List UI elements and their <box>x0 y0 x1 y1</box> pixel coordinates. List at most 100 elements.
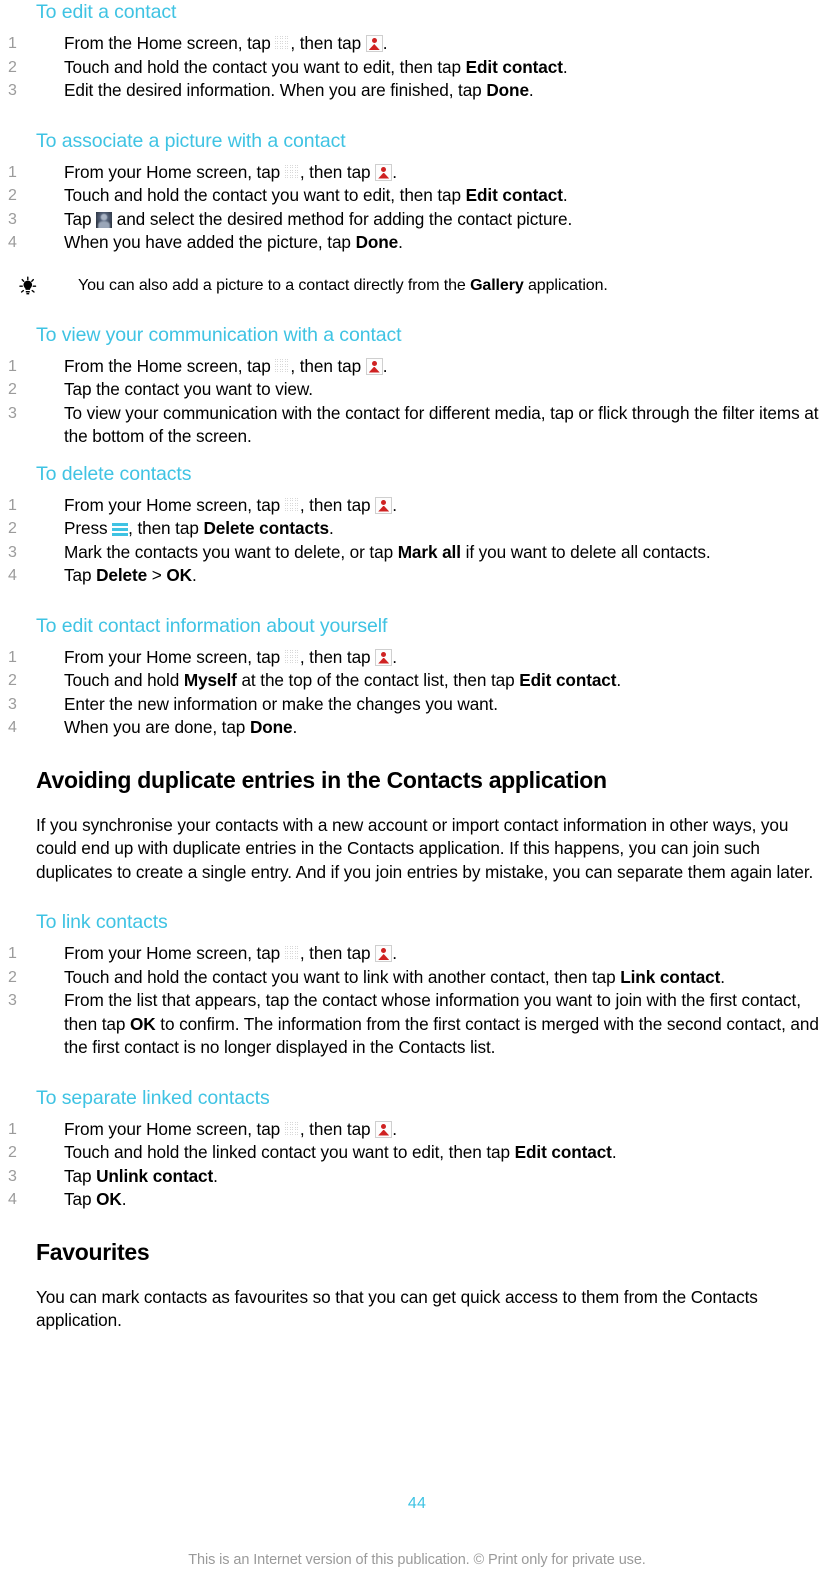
step-text: Tap <box>64 565 97 585</box>
step-text: , then tap <box>299 161 376 182</box>
list-item: To view your communication with the cont… <box>8 402 824 449</box>
list-item: From the list that appears, tap the cont… <box>8 989 824 1060</box>
manual-page: To edit a contact From the Home screen, … <box>0 0 834 1590</box>
paragraph-favourites: You can mark contacts as favourites so t… <box>36 1286 758 1331</box>
app-drawer-grid-icon[interactable] <box>284 946 300 961</box>
list-item: Tap the contact you want to view. <box>8 378 824 402</box>
step-text: . <box>562 185 568 205</box>
step-text: . <box>562 56 568 77</box>
app-drawer-grid-icon[interactable] <box>284 164 300 180</box>
steps-separate-linked-contacts: From your Home screen, tap , then tap . … <box>8 1118 824 1212</box>
contacts-person-icon[interactable] <box>375 496 393 514</box>
step-text: at the top of the contact list, then tap <box>236 670 520 690</box>
app-drawer-grid-icon[interactable] <box>284 649 300 665</box>
ui-label: Edit contact <box>465 185 563 205</box>
step-text: From your Home screen, tap <box>64 1118 285 1139</box>
step-text: From your Home screen, tap <box>64 161 285 182</box>
step-text: Touch and hold <box>64 670 184 690</box>
list-item: Touch and hold Myself at the top of the … <box>8 669 824 693</box>
ui-label: Delete <box>96 565 148 585</box>
step-text: . <box>382 355 388 376</box>
avatar-placeholder-icon[interactable] <box>96 211 113 228</box>
contacts-person-icon[interactable] <box>365 357 383 375</box>
step-text: . <box>392 1118 397 1139</box>
step-text: From your Home screen, tap <box>64 943 285 963</box>
step-text: Tap <box>64 208 97 229</box>
app-drawer-grid-icon[interactable] <box>284 1121 300 1137</box>
step-text: When you are done, tap <box>64 717 250 737</box>
ui-label: Done <box>486 80 529 100</box>
app-drawer-grid-icon[interactable] <box>284 497 300 513</box>
lightbulb-tip-icon <box>16 276 40 296</box>
step-text: . <box>213 1165 218 1186</box>
list-item: Enter the new information or make the ch… <box>8 693 824 717</box>
list-item: Tap Unlink contact. <box>8 1165 824 1189</box>
step-text: Enter the new information or make the ch… <box>64 693 498 714</box>
contacts-person-icon[interactable] <box>365 35 383 52</box>
list-item: When you have added the picture, tap Don… <box>8 231 824 255</box>
ui-label: Unlink contact <box>96 1165 214 1186</box>
contacts-person-icon[interactable] <box>375 1120 393 1138</box>
heading-to-associate-a-picture-with-a-contact: To associate a picture with a contact <box>36 129 346 152</box>
list-item: Tap OK. <box>8 1188 824 1212</box>
step-text: Touch and hold the contact you want to e… <box>64 56 466 77</box>
list-item: Touch and hold the linked contact you wa… <box>8 1141 824 1165</box>
steps-delete-contacts: From your Home screen, tap , then tap . … <box>8 494 824 588</box>
list-item: From your Home screen, tap , then tap . <box>8 646 824 670</box>
step-text: When you have added the picture, tap <box>64 232 356 252</box>
list-item: Tap and select the desired method for ad… <box>8 208 824 232</box>
list-item: From your Home screen, tap , then tap . <box>8 942 824 966</box>
contacts-person-icon[interactable] <box>375 945 393 962</box>
app-drawer-grid-icon[interactable] <box>275 358 291 374</box>
step-text: Edit the desired information. When you a… <box>64 80 487 100</box>
paragraph-avoiding-duplicates: If you synchronise your contacts with a … <box>36 814 814 882</box>
step-text: . <box>392 943 397 963</box>
contacts-person-icon[interactable] <box>375 163 393 181</box>
copyright-notice: This is an Internet version of this publ… <box>188 1552 646 1568</box>
step-text: , then tap <box>299 494 376 515</box>
step-text: , then tap <box>128 518 204 538</box>
step-text: Touch and hold the contact you want to e… <box>64 185 466 205</box>
step-text: , then tap <box>290 33 366 53</box>
step-text: and select the desired method for adding… <box>112 208 573 229</box>
step-text: . <box>121 1189 127 1209</box>
contacts-person-icon[interactable] <box>375 648 393 666</box>
step-text: . <box>329 518 334 538</box>
ui-label: Edit contact <box>465 56 563 77</box>
ui-label: OK <box>130 1013 156 1034</box>
list-item: From your Home screen, tap , then tap . <box>8 161 824 185</box>
app-drawer-grid-icon[interactable] <box>275 36 291 51</box>
list-item: From the Home screen, tap , then tap . <box>8 32 824 56</box>
heading-to-edit-a-contact: To edit a contact <box>36 1 177 23</box>
list-item: Mark the contacts you want to delete, or… <box>8 541 824 565</box>
steps-edit-own-info: From your Home screen, tap , then tap . … <box>8 646 824 740</box>
list-item: From your Home screen, tap , then tap . <box>8 1118 824 1142</box>
step-text: . <box>382 33 388 53</box>
heading-avoiding-duplicate-entries: Avoiding duplicate entries in the Contac… <box>36 766 607 793</box>
heading-to-separate-linked-contacts: To separate linked contacts <box>36 1086 270 1109</box>
ui-label: Done <box>355 232 399 252</box>
steps-edit-contact: From the Home screen, tap , then tap . T… <box>8 32 824 103</box>
ui-label: Link contact <box>620 966 721 987</box>
step-text: . <box>720 966 725 987</box>
step-text: . <box>398 232 403 252</box>
step-text: , then tap <box>299 646 376 667</box>
step-text: . <box>528 80 534 100</box>
menu-hamburger-icon[interactable] <box>112 523 129 536</box>
ui-label: Gallery <box>470 276 524 294</box>
list-item: Tap Delete > OK. <box>8 564 824 588</box>
list-item: Edit the desired information. When you a… <box>8 79 824 103</box>
step-text: if you want to delete all contacts. <box>460 541 711 562</box>
step-text: . <box>611 1142 617 1162</box>
list-item: From your Home screen, tap , then tap . <box>8 494 824 518</box>
steps-associate-picture: From your Home screen, tap , then tap . … <box>8 161 824 255</box>
heading-to-view-your-communication-with-a-contact: To view your communication with a contac… <box>36 323 402 346</box>
step-text: . <box>392 646 397 667</box>
ui-label: Myself <box>183 670 237 690</box>
step-text: . <box>616 670 622 690</box>
ui-label: Edit contact <box>519 670 617 690</box>
ui-label: Mark all <box>397 541 461 562</box>
steps-link-contacts: From your Home screen, tap , then tap . … <box>8 942 824 1060</box>
ui-label: OK <box>96 1189 122 1209</box>
tip-text: application. <box>523 276 608 294</box>
